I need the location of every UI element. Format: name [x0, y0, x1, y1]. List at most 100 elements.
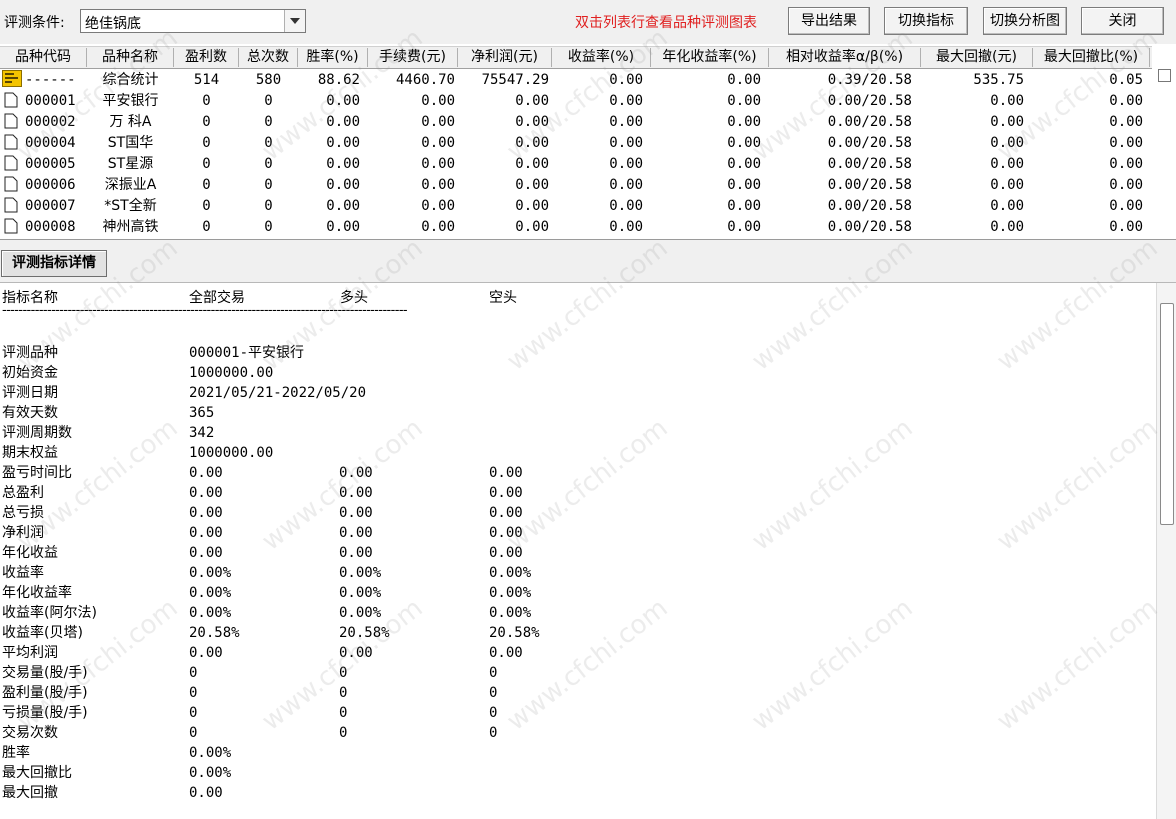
details-scrollbar[interactable] — [1156, 283, 1176, 819]
detail-all-value: 0.00 — [189, 645, 223, 661]
cell-max-drawdown-ratio: 0.00 — [1109, 156, 1143, 172]
cell-total: 0 — [264, 156, 273, 172]
summary-icon — [2, 70, 22, 87]
detail-label: 评测日期 — [2, 385, 58, 401]
cell-fee: 0.00 — [421, 135, 455, 151]
close-button[interactable]: 关闭 — [1081, 7, 1164, 35]
detail-long-value: 0.00% — [339, 585, 382, 601]
detail-all-value: 20.58% — [189, 625, 240, 641]
detail-all-value: 2021/05/21-2022/05/20 — [189, 385, 367, 401]
cell-net-profit: 0.00 — [515, 114, 549, 130]
switch-chart-button[interactable]: 切换分析图 — [983, 7, 1067, 35]
table-row[interactable]: 000001 平安银行 0 0 0.00 0.00 0.00 0.00 0.00… — [0, 90, 1152, 111]
detail-label: 盈亏时间比 — [2, 465, 72, 481]
cell-annual-return: 0.00 — [727, 114, 761, 130]
dropdown-arrow[interactable] — [284, 10, 305, 32]
column-header[interactable]: 相对收益率α/β(%) — [769, 48, 921, 67]
document-icon — [4, 197, 18, 213]
cell-profit-count: 0 — [202, 219, 211, 235]
condition-dropdown[interactable]: 绝佳锅底 — [80, 9, 306, 33]
cell-total: 0 — [264, 135, 273, 151]
column-header[interactable]: 品种代码 — [0, 48, 87, 67]
column-header[interactable]: 净利润(元) — [458, 48, 552, 67]
detail-short-value: 0.00% — [489, 565, 532, 581]
detail-label: 盈利量(股/手) — [2, 685, 88, 701]
detail-label: 总盈利 — [2, 485, 44, 501]
export-button[interactable]: 导出结果 — [788, 7, 870, 35]
details-content: 指标名称 全部交易 多头 空头 ------------------------… — [0, 283, 1156, 819]
detail-label: 胜率 — [2, 745, 30, 761]
detail-label: 总亏损 — [2, 505, 44, 521]
table-row-summary[interactable]: ------ 综合统计 514 580 88.62 4460.70 75547.… — [0, 69, 1152, 90]
table-header: 品种代码 品种名称 盈利数 总次数 胜率(%) 手续费(元) 净利润(元) 收益… — [0, 46, 1152, 69]
detail-long-value: 0.00% — [339, 605, 382, 621]
cell-return: 0.00 — [609, 114, 643, 130]
detail-short-value: 0.00 — [489, 525, 523, 541]
cell-code: 000005 — [25, 156, 76, 172]
cell-profit-count: 0 — [202, 177, 211, 193]
row-checkbox[interactable] — [1158, 69, 1171, 82]
column-header[interactable]: 手续费(元) — [368, 48, 458, 67]
cell-max-drawdown: 535.75 — [973, 72, 1024, 88]
table-row[interactable]: 000007 *ST全新 0 0 0.00 0.00 0.00 0.00 0.0… — [0, 195, 1152, 216]
table-row[interactable]: 000004 ST国华 0 0 0.00 0.00 0.00 0.00 0.00… — [0, 132, 1152, 153]
column-header[interactable]: 盈利数 — [174, 48, 239, 67]
column-header[interactable]: 品种名称 — [87, 48, 174, 67]
column-header[interactable]: 年化收益率(%) — [651, 48, 769, 67]
table-row[interactable]: 000002 万 科A 0 0 0.00 0.00 0.00 0.00 0.00… — [0, 111, 1152, 132]
column-header[interactable]: 收益率(%) — [552, 48, 651, 67]
cell-fee: 0.00 — [421, 177, 455, 193]
column-header[interactable]: 最大回撤(元) — [921, 48, 1033, 67]
cell-fee: 0.00 — [421, 156, 455, 172]
cell-code: 000006 — [25, 177, 76, 193]
detail-short-value: 0 — [489, 725, 498, 741]
detail-header-short: 空头 — [489, 290, 517, 306]
cell-max-drawdown: 0.00 — [990, 135, 1024, 151]
cell-fee: 0.00 — [421, 114, 455, 130]
cell-total: 0 — [264, 219, 273, 235]
cell-win-rate: 0.00 — [326, 198, 360, 214]
details-tab-bar: 评测指标详情 — [0, 240, 1176, 283]
switch-indicator-button[interactable]: 切换指标 — [884, 7, 968, 35]
hint-text: 双击列表行查看品种评测图表 — [575, 15, 757, 31]
column-header[interactable]: 总次数 — [239, 48, 298, 67]
cell-return: 0.00 — [609, 177, 643, 193]
cell-relative-return: 0.00/20.58 — [827, 114, 912, 130]
toolbar: 评测条件: 绝佳锅底 双击列表行查看品种评测图表 导出结果 切换指标 切换分析图… — [0, 0, 1176, 44]
table-row[interactable]: 000006 深振业A 0 0 0.00 0.00 0.00 0.00 0.00… — [0, 174, 1152, 195]
cell-win-rate: 0.00 — [326, 93, 360, 109]
cell-name: 神州高铁 — [102, 219, 159, 235]
detail-long-value: 0.00% — [339, 565, 382, 581]
cell-fee: 0.00 — [421, 219, 455, 235]
column-header[interactable]: 最大回撤比(%) — [1033, 48, 1150, 67]
cell-profit-count: 0 — [202, 198, 211, 214]
detail-label: 评测品种 — [2, 345, 58, 361]
cell-return: 0.00 — [609, 156, 643, 172]
cell-total: 0 — [264, 177, 273, 193]
cell-relative-return: 0.39/20.58 — [827, 72, 912, 88]
detail-separator: ----------------------------------------… — [2, 303, 408, 318]
detail-short-value: 0 — [489, 685, 498, 701]
detail-long-value: 0.00 — [339, 485, 373, 501]
cell-total: 0 — [264, 93, 273, 109]
column-header[interactable]: 胜率(%) — [298, 48, 368, 67]
document-icon — [4, 92, 18, 108]
condition-label: 评测条件: — [4, 15, 65, 31]
detail-label: 收益率 — [2, 565, 44, 581]
cell-relative-return: 0.00/20.58 — [827, 93, 912, 109]
cell-win-rate: 0.00 — [326, 135, 360, 151]
detail-label: 收益率(贝塔) — [2, 625, 83, 641]
detail-short-value: 0.00 — [489, 485, 523, 501]
cell-net-profit: 0.00 — [515, 219, 549, 235]
cell-code: 000008 — [25, 219, 76, 235]
tab-indicator-details[interactable]: 评测指标详情 — [1, 250, 107, 277]
detail-long-value: 0 — [339, 665, 348, 681]
cell-code: ------ — [25, 72, 76, 88]
table-row[interactable]: 000005 ST星源 0 0 0.00 0.00 0.00 0.00 0.00… — [0, 153, 1152, 174]
cell-code: 000004 — [25, 135, 76, 151]
table-row[interactable]: 000008 神州高铁 0 0 0.00 0.00 0.00 0.00 0.00… — [0, 216, 1152, 237]
cell-max-drawdown-ratio: 0.00 — [1109, 93, 1143, 109]
scrollbar-thumb[interactable] — [1160, 303, 1174, 525]
detail-label: 平均利润 — [2, 645, 58, 661]
detail-all-value: 0.00 — [189, 785, 223, 801]
